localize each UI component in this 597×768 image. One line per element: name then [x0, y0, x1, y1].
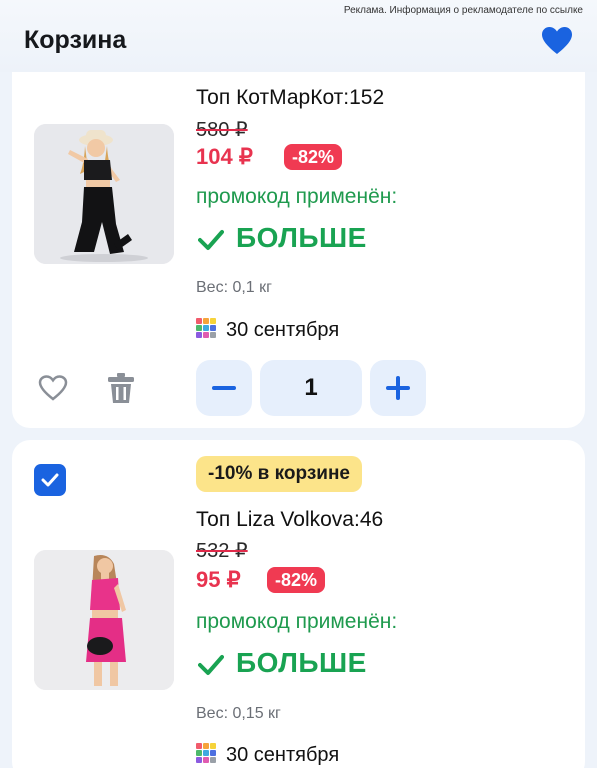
check-icon — [41, 473, 59, 487]
product-name[interactable]: Топ Liza Volkova:46 — [196, 508, 383, 532]
current-price: 95 ₽ — [196, 567, 241, 592]
ad-disclaimer[interactable]: Реклама. Информация о рекламодателе по с… — [344, 5, 583, 16]
check-icon — [198, 229, 224, 250]
current-price: 104 ₽ — [196, 144, 253, 169]
product-name[interactable]: Топ КотМарКот:152 — [196, 86, 384, 110]
promo-applied-label: промокод применён: — [196, 185, 398, 208]
delivery-date-text: 30 сентября — [226, 319, 340, 341]
discount-badge: -82% — [284, 144, 343, 170]
increase-quantity-button[interactable] — [370, 360, 426, 416]
delivery-date: 30 сентября — [196, 743, 339, 767]
check-icon — [198, 654, 224, 675]
old-price: 532 ₽ — [196, 540, 248, 562]
calendar-grid-icon — [196, 318, 216, 338]
item-weight: Вес: 0,15 кг — [196, 705, 281, 722]
old-price: 580 ₽ — [196, 119, 248, 141]
header: Реклама. Информация о рекламодателе по с… — [0, 0, 597, 72]
promo-applied-label: промокод применён: — [196, 610, 398, 633]
delivery-date-text: 30 сентября — [226, 744, 340, 766]
page-title: Корзина — [24, 26, 127, 54]
quantity-value[interactable]: 1 — [260, 360, 362, 416]
promo-more-text: БОЛЬШЕ — [236, 222, 367, 253]
calendar-grid-icon — [196, 743, 216, 763]
decrease-quantity-button[interactable] — [196, 360, 252, 416]
minus-icon — [212, 386, 236, 390]
promo-more-text: БОЛЬШЕ — [236, 647, 367, 678]
discount-badge: -82% — [267, 567, 326, 593]
trash-icon[interactable] — [107, 372, 135, 404]
cart-discount-badge: -10% в корзине — [196, 456, 362, 492]
item-weight: Вес: 0,1 кг — [196, 279, 272, 296]
promo-more-label: БОЛЬШЕ — [198, 647, 367, 679]
cart-item-card: -10% в корзине Топ Liza Volkova:46 532 ₽… — [12, 440, 585, 768]
product-image[interactable] — [34, 550, 174, 690]
delivery-date: 30 сентября — [196, 318, 339, 342]
heart-icon[interactable] — [38, 374, 68, 402]
item-select-checkbox[interactable] — [34, 464, 66, 496]
product-image[interactable] — [34, 124, 174, 264]
plus-icon — [386, 376, 410, 400]
favorites-heart-icon[interactable] — [541, 26, 573, 56]
promo-more-label: БОЛЬШЕ — [198, 222, 367, 254]
cart-item-card: Топ КотМарКот:152 580 ₽ 104 ₽ -82% промо… — [12, 72, 585, 428]
